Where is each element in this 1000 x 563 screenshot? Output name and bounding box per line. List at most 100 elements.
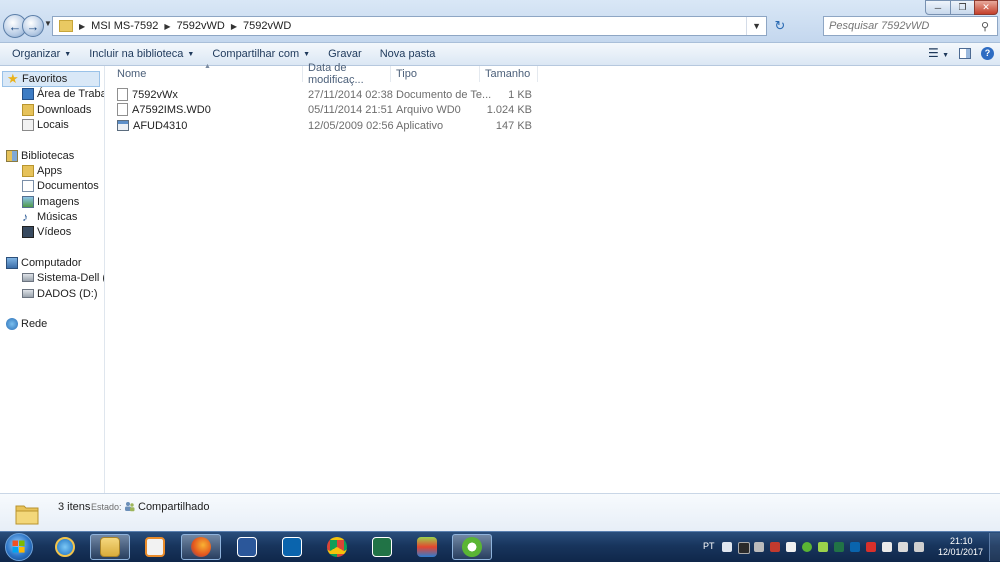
file-type: Documento de Te...	[396, 88, 492, 101]
breadcrumb-chevron-icon[interactable]: ▶	[162, 22, 172, 31]
taskbar-bluestacks[interactable]	[407, 534, 447, 560]
column-header-type[interactable]: Tipo	[391, 66, 480, 82]
maximize-button[interactable]: ❐	[950, 0, 975, 15]
computer-icon	[6, 256, 18, 269]
text-file-icon	[117, 88, 128, 101]
breadcrumb-current[interactable]: 7592vWD	[239, 20, 295, 32]
desktop-icon	[22, 87, 34, 100]
file-row[interactable]: AFUD4310 12/05/2009 02:56 Aplicativo 147…	[105, 118, 545, 133]
antivirus-tray-icon[interactable]	[866, 542, 876, 552]
chrome-icon	[327, 537, 347, 557]
volume-icon[interactable]	[914, 542, 924, 552]
search-input[interactable]	[824, 19, 981, 33]
taskbar-firefox[interactable]	[181, 534, 221, 560]
tray-app-icon[interactable]	[738, 542, 750, 554]
downloads-folder-icon	[22, 103, 34, 116]
folder-icon	[15, 505, 39, 525]
file-row[interactable]: 7592vWx 27/11/2014 02:38 Documento de Te…	[105, 87, 545, 102]
nav-computer[interactable]: Computador	[6, 255, 82, 270]
address-bar[interactable]: ▶ MSI MS-7592 ▶ 7592vWD ▶ 7592vWD ▼	[52, 16, 767, 36]
file-date: 05/11/2014 21:51	[308, 103, 393, 116]
taskbar-excel[interactable]	[362, 534, 402, 560]
nav-network[interactable]: Rede	[6, 316, 47, 331]
tray-app-icon[interactable]	[754, 542, 764, 552]
taskbar-outlook[interactable]	[272, 534, 312, 560]
nav-music[interactable]: ♪ Músicas	[22, 209, 77, 224]
nav-drive-c[interactable]: Sistema-Dell (C:)	[22, 270, 104, 285]
search-icon[interactable]: ⚲	[981, 20, 989, 33]
breadcrumb-folder[interactable]: 7592vWD	[173, 20, 229, 32]
file-type: Arquivo WD0	[396, 103, 461, 116]
nav-libraries[interactable]: Bibliotecas	[6, 148, 74, 163]
minimize-icon: ─	[934, 2, 942, 13]
recent-places-icon	[22, 118, 34, 131]
nav-apps[interactable]: Apps	[22, 163, 62, 178]
preview-pane-icon[interactable]	[959, 47, 971, 59]
taskbar-media-player[interactable]	[135, 534, 175, 560]
breadcrumb-chevron-icon[interactable]: ▶	[77, 22, 87, 31]
column-header-date[interactable]: Data de modificaç...	[303, 62, 391, 86]
action-center-icon[interactable]	[722, 542, 732, 552]
taskbar-word[interactable]	[227, 534, 267, 560]
arrow-left-icon: ←	[8, 18, 22, 34]
share-with-button[interactable]: Compartilhar com ▼	[206, 48, 316, 60]
nav-desktop[interactable]: Área de Trabalho	[22, 86, 104, 101]
view-controls: ☰ ▼ ?	[928, 46, 994, 60]
nav-videos[interactable]: Vídeos	[22, 224, 71, 239]
arrow-right-icon: →	[26, 18, 40, 34]
new-folder-button[interactable]: Nova pasta	[374, 48, 442, 60]
recent-pages-dropdown[interactable]: ▼	[44, 19, 52, 28]
start-button[interactable]	[5, 533, 33, 561]
show-desktop-button[interactable]	[989, 533, 1000, 561]
taskbar-chrome[interactable]	[317, 534, 357, 560]
nav-favorites[interactable]: ★ Favoritos	[2, 71, 100, 87]
help-icon[interactable]: ?	[981, 46, 994, 60]
bluestacks-tray-icon[interactable]	[818, 542, 828, 552]
nav-downloads[interactable]: Downloads	[22, 102, 91, 117]
column-header-size[interactable]: Tamanho	[480, 66, 538, 82]
excel-tray-icon[interactable]	[834, 542, 844, 552]
documents-icon	[22, 179, 34, 192]
utorrent-tray-icon[interactable]	[802, 542, 812, 552]
file-size: 147 KB	[495, 119, 532, 132]
burn-button[interactable]: Gravar	[322, 48, 368, 60]
taskbar-windows-explorer[interactable]	[90, 534, 130, 560]
breadcrumb-computer[interactable]: MSI MS-7592	[87, 20, 162, 32]
close-button[interactable]: ✕	[974, 0, 998, 15]
taskbar-utorrent[interactable]	[452, 534, 492, 560]
tray-app-icon[interactable]	[770, 542, 780, 552]
include-library-button[interactable]: Incluir na biblioteca ▼	[83, 48, 200, 60]
address-dropdown-icon[interactable]: ▼	[746, 17, 766, 35]
file-type: Aplicativo	[396, 119, 444, 132]
nav-drive-d[interactable]: DADOS (D:)	[22, 286, 98, 301]
nav-documents[interactable]: Documentos	[22, 178, 99, 193]
taskbar-internet-explorer[interactable]	[45, 534, 85, 560]
nav-images[interactable]: Imagens	[22, 194, 79, 209]
breadcrumb-chevron-icon[interactable]: ▶	[229, 22, 239, 31]
change-view-icon[interactable]: ☰ ▼	[928, 46, 949, 60]
refresh-icon[interactable]: ↻	[771, 17, 789, 35]
utorrent-icon	[462, 537, 482, 557]
tray-app-icon[interactable]	[786, 542, 796, 552]
minimize-button[interactable]: ─	[925, 0, 951, 15]
command-bar: Organizar ▼ Incluir na biblioteca ▼ Compar…	[0, 43, 1000, 66]
column-header-name[interactable]: Nome ▲	[105, 63, 303, 82]
file-size: 1.024 KB	[486, 103, 532, 116]
file-name: A7592IMS.WD0	[132, 103, 211, 116]
outlook-tray-icon[interactable]	[850, 542, 860, 552]
file-list: Nome ▲ Data de modificaç... Tipo Tamanho…	[105, 62, 1000, 493]
flag-icon[interactable]	[882, 542, 892, 552]
search-box[interactable]: ⚲	[823, 16, 998, 36]
organize-button[interactable]: Organizar ▼	[6, 48, 77, 60]
nav-places[interactable]: Locais	[22, 117, 69, 132]
excel-icon	[372, 537, 392, 557]
language-indicator[interactable]: PT	[703, 541, 715, 551]
network-tray-icon[interactable]	[898, 542, 908, 552]
forward-button[interactable]: →	[22, 15, 44, 37]
clock-time[interactable]: 21:10	[950, 536, 973, 546]
file-name: 7592vWx	[132, 88, 178, 101]
chevron-down-icon: ▼	[303, 50, 311, 58]
file-row[interactable]: A7592IMS.WD0 05/11/2014 21:51 Arquivo WD…	[105, 102, 545, 117]
clock-date[interactable]: 12/01/2017	[938, 547, 983, 557]
firefox-icon	[191, 537, 211, 557]
